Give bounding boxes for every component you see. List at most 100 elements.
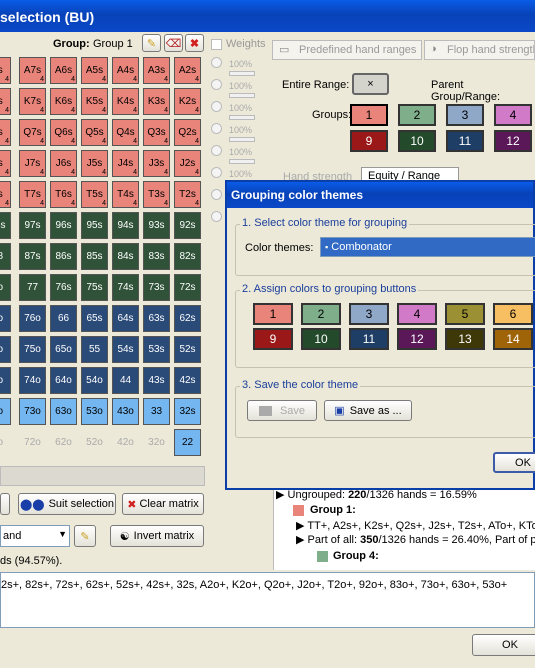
hand-cell[interactable]: 8s4 [0,181,11,208]
weight-slider[interactable] [229,115,255,120]
hand-cell[interactable]: K6s 4 [50,88,77,115]
group-button-11[interactable]: 11 [446,130,484,152]
hand-cell[interactable]: 64o [50,367,77,394]
hand-cell[interactable]: J7s 4 [19,150,46,177]
color-swatch-3[interactable]: 3 [349,303,389,325]
hand-cell[interactable]: 4o [0,367,11,394]
hand-cell[interactable]: 93s [143,212,170,239]
edit-combo-button[interactable]: ✎ [74,525,96,547]
hand-cell[interactable]: 74o [19,367,46,394]
hand-cell[interactable]: K2s 4 [174,88,201,115]
hand-cell[interactable]: 95s [81,212,108,239]
color-swatch-4[interactable]: 4 [397,303,437,325]
hand-cell[interactable]: 62s [174,305,201,332]
hand-cell[interactable]: 32s [174,398,201,425]
hand-cell[interactable]: 8s4 [0,150,11,177]
hand-cell[interactable]: 44 [112,367,139,394]
ok-button-main[interactable]: OK [472,634,535,656]
hand-cell[interactable]: T4s 4 [112,181,139,208]
weight-slider[interactable] [229,93,255,98]
hand-cell[interactable]: 73o [19,398,46,425]
group-button-9[interactable]: 9 [350,130,388,152]
tab-predefined-hand-ranges[interactable]: ▭ Predefined hand ranges [272,40,422,60]
hand-cell[interactable]: 84s [112,243,139,270]
hand-cell[interactable]: 75s [81,274,108,301]
weights-checkbox[interactable] [211,39,222,50]
hand-combo[interactable]: and ▼ [0,525,70,547]
hand-cell[interactable]: K7s 4 [19,88,46,115]
hand-cell[interactable]: 22 [174,429,201,456]
hand-cell[interactable]: 33 [143,398,170,425]
hand-cell[interactable]: Q6s 4 [50,119,77,146]
group-button-10[interactable]: 10 [398,130,436,152]
rename-group-button[interactable]: ✎ [142,34,161,52]
hand-cell[interactable]: Q5s 4 [81,119,108,146]
hand-cell[interactable]: 8s4 [0,88,11,115]
suit-selection-button[interactable]: ⬤⬤ Suit selection [18,493,116,515]
hand-cell[interactable]: 54s [112,336,139,363]
hand-cell[interactable]: A3s 4 [143,57,170,84]
hand-cell[interactable]: 42o [112,429,139,456]
hand-cell[interactable]: 64s [112,305,139,332]
color-swatch-12[interactable]: 12 [397,328,437,350]
hand-cell[interactable]: 96s [50,212,77,239]
hand-cell[interactable]: A4s 4 [112,57,139,84]
hand-cell[interactable]: J6s 4 [50,150,77,177]
color-swatch-10[interactable]: 10 [301,328,341,350]
hand-cell[interactable]: 43s [143,367,170,394]
save-button[interactable]: Save [247,400,317,421]
hand-cell[interactable]: K4s 4 [112,88,139,115]
clear-matrix-button[interactable]: ✖ Clear matrix [122,493,204,515]
hand-cell[interactable]: J3s 4 [143,150,170,177]
delete-group-button[interactable]: ✖ [185,34,204,52]
hand-cell[interactable]: 72s [174,274,201,301]
hand-cell[interactable]: 83s [143,243,170,270]
hand-cell[interactable]: 55 [81,336,108,363]
hand-cell[interactable]: 43o [112,398,139,425]
hand-cell[interactable]: 65s [81,305,108,332]
hand-cell[interactable]: A6s 4 [50,57,77,84]
hand-cell[interactable]: 85s [81,243,108,270]
weight-slider[interactable] [229,159,255,164]
hand-cell[interactable]: Q7s 4 [19,119,46,146]
hand-cell[interactable]: 94s [112,212,139,239]
hand-cell[interactable]: 32o [143,429,170,456]
hand-cell[interactable]: 8s4 [0,119,11,146]
hand-cell[interactable]: T2s 4 [174,181,201,208]
hand-cell[interactable]: 76o [19,305,46,332]
weight-radio[interactable] [211,123,222,134]
hand-cell[interactable]: 52o [81,429,108,456]
invert-matrix-button[interactable]: ☯ Invert matrix [110,525,204,547]
hand-cell[interactable]: 77 [19,274,46,301]
hand-cell[interactable]: 75o [19,336,46,363]
hand-cell[interactable]: T5s 4 [81,181,108,208]
hand-cell[interactable]: 63s [143,305,170,332]
hand-cell[interactable]: 87s [19,243,46,270]
hand-cell[interactable]: 42s [174,367,201,394]
dialog-ok-button[interactable]: OK [493,452,535,473]
group-button-1[interactable]: 1 [350,104,388,126]
hand-cell[interactable]: K5s 4 [81,88,108,115]
weight-radio[interactable] [211,101,222,112]
hand-cell[interactable]: 86s [50,243,77,270]
tab-flop-hand-strength[interactable]: ◑ Flop hand strength [424,40,535,60]
weight-slider[interactable] [229,71,255,76]
color-swatch-6[interactable]: 6 [493,303,533,325]
weight-radio[interactable] [211,211,222,222]
hand-cell[interactable]: 92s [174,212,201,239]
hand-cell[interactable]: T3s 4 [143,181,170,208]
color-swatch-5[interactable]: 5 [445,303,485,325]
group-button-12[interactable]: 12 [494,130,532,152]
hand-cell[interactable]: 66 [50,305,77,332]
hand-cell[interactable]: 76s [50,274,77,301]
hand-cell[interactable]: 8s4 [0,57,11,84]
hand-cell[interactable]: 74s [112,274,139,301]
hand-cell[interactable]: 88 [0,243,11,270]
hand-cell[interactable]: 7o [0,274,11,301]
hand-cell[interactable]: 53s [143,336,170,363]
group-button-2[interactable]: 2 [398,104,436,126]
hand-cell[interactable]: 52s [174,336,201,363]
hand-cell[interactable]: A7s 4 [19,57,46,84]
weight-radio[interactable] [211,79,222,90]
hand-cell[interactable]: K3s 4 [143,88,170,115]
